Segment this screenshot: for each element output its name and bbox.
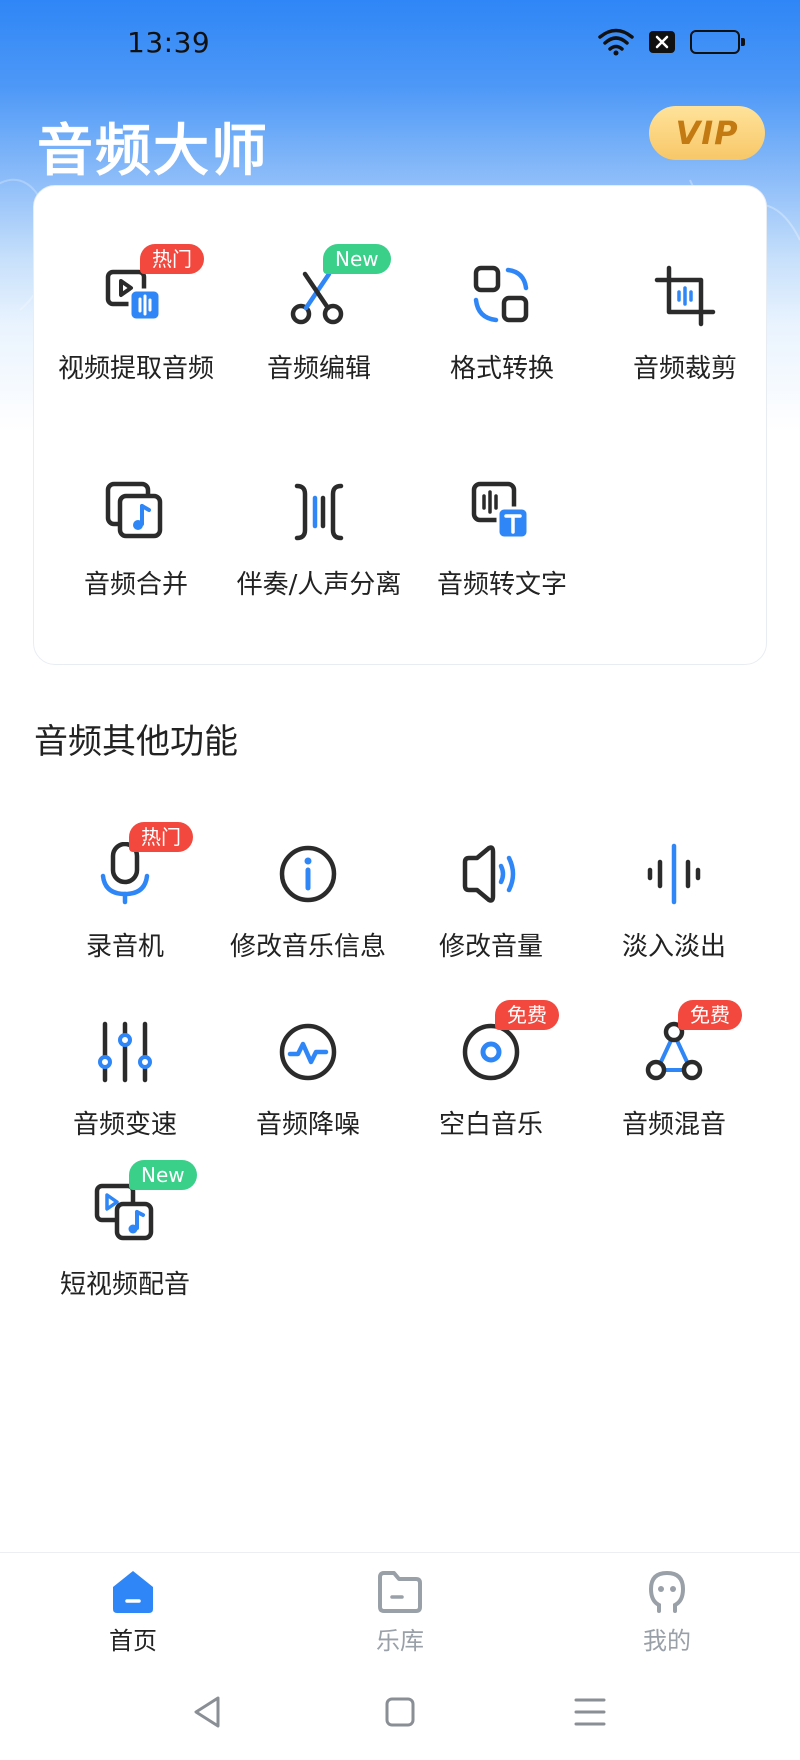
home-icon [113, 1571, 153, 1613]
tool-vocal-separation[interactable]: 伴奏/人声分离 [229, 480, 409, 601]
folder-icon [378, 1571, 422, 1613]
badge-new: New [129, 1160, 197, 1190]
tool-video-dubbing[interactable]: New 短视频配音 [35, 1160, 215, 1301]
vocal-split-icon [294, 483, 344, 541]
nav-home[interactable]: 首页 [73, 1567, 193, 1656]
tool-label: 音频裁剪 [632, 354, 737, 384]
tool-label: 修改音乐信息 [229, 932, 386, 962]
tool-audio-to-text[interactable]: 音频转文字 [412, 480, 592, 601]
tool-video-extract-audio[interactable]: 热门 视频提取音频 [46, 244, 226, 385]
tool-label: 淡入淡出 [621, 932, 726, 962]
badge-hot: 热门 [129, 822, 193, 852]
robot-face-icon [649, 1570, 686, 1613]
waveform-icon [647, 843, 701, 905]
status-time: 13:39 [127, 26, 211, 59]
bottom-nav: 首页 乐库 我的 [0, 1552, 800, 1662]
nav-library[interactable]: 乐库 [340, 1567, 460, 1656]
nav-label: 首页 [109, 1627, 157, 1655]
badge-new: New [323, 244, 391, 274]
tool-audio-merge[interactable]: 音频合并 [46, 480, 226, 601]
tool-label: 音频转文字 [436, 570, 567, 600]
badge-free: 免费 [678, 1000, 742, 1030]
info-icon [279, 845, 337, 903]
status-bar: 13:39 [0, 0, 800, 90]
tool-audio-crop[interactable]: 音频裁剪 [595, 264, 775, 385]
tool-fade-in-out[interactable]: 淡入淡出 [584, 842, 764, 963]
tool-label: 音频降噪 [255, 1110, 360, 1140]
tool-audio-edit[interactable]: New 音频编辑 [229, 244, 409, 385]
tool-blank-music[interactable]: 免费 空白音乐 [401, 1000, 581, 1141]
battery-icon [690, 30, 745, 54]
tool-noise-reduction[interactable]: 音频降噪 [218, 1020, 398, 1141]
badge-free: 免费 [495, 1000, 559, 1030]
pulse-icon [279, 1023, 337, 1081]
section-title-other: 音频其他功能 [34, 722, 238, 762]
format-convert-icon [473, 265, 529, 323]
tool-label: 格式转换 [449, 354, 554, 384]
no-sim-icon [649, 31, 675, 53]
tool-label: 音频变速 [72, 1110, 177, 1140]
equalizer-icon [98, 1021, 152, 1083]
tool-label: 音频编辑 [266, 354, 371, 384]
tool-recorder[interactable]: 热门 录音机 [35, 822, 215, 963]
crop-icon [654, 265, 716, 327]
tool-label: 短视频配音 [59, 1270, 190, 1300]
nav-profile[interactable]: 我的 [607, 1567, 727, 1656]
tool-label: 音频混音 [621, 1110, 726, 1140]
menu-icon[interactable] [570, 1692, 610, 1732]
tool-audio-speed[interactable]: 音频变速 [35, 1020, 215, 1141]
system-nav-bar [0, 1662, 800, 1760]
back-icon[interactable] [188, 1692, 228, 1732]
audio-merge-icon [105, 481, 163, 539]
nav-label: 乐库 [376, 1627, 424, 1655]
status-icons [598, 28, 745, 56]
app-title: 音频大师 [37, 119, 269, 184]
tool-edit-music-info[interactable]: 修改音乐信息 [218, 842, 398, 963]
nav-label: 我的 [643, 1627, 691, 1655]
wifi-icon [598, 28, 634, 56]
audio-to-text-icon [471, 481, 530, 540]
vip-button[interactable]: VIP [649, 106, 765, 160]
vip-label: VIP [675, 114, 739, 152]
tool-label: 视频提取音频 [57, 354, 214, 384]
tool-label: 录音机 [85, 932, 164, 962]
tool-edit-volume[interactable]: 修改音量 [401, 842, 581, 963]
badge-hot: 热门 [140, 244, 204, 274]
tool-label: 音频合并 [83, 570, 188, 600]
volume-icon [462, 845, 516, 903]
tool-audio-mix[interactable]: 免费 音频混音 [584, 1000, 764, 1141]
main-tools-card: 热门 视频提取音频 New 音频编辑 格式转换 音频裁剪 音频合并 伴奏/人声分… [33, 185, 767, 665]
tool-label: 空白音乐 [438, 1110, 543, 1140]
tool-label: 伴奏/人声分离 [236, 570, 402, 600]
tool-label: 修改音量 [438, 932, 543, 962]
home-square-icon[interactable] [380, 1692, 420, 1732]
tool-format-convert[interactable]: 格式转换 [412, 264, 592, 385]
